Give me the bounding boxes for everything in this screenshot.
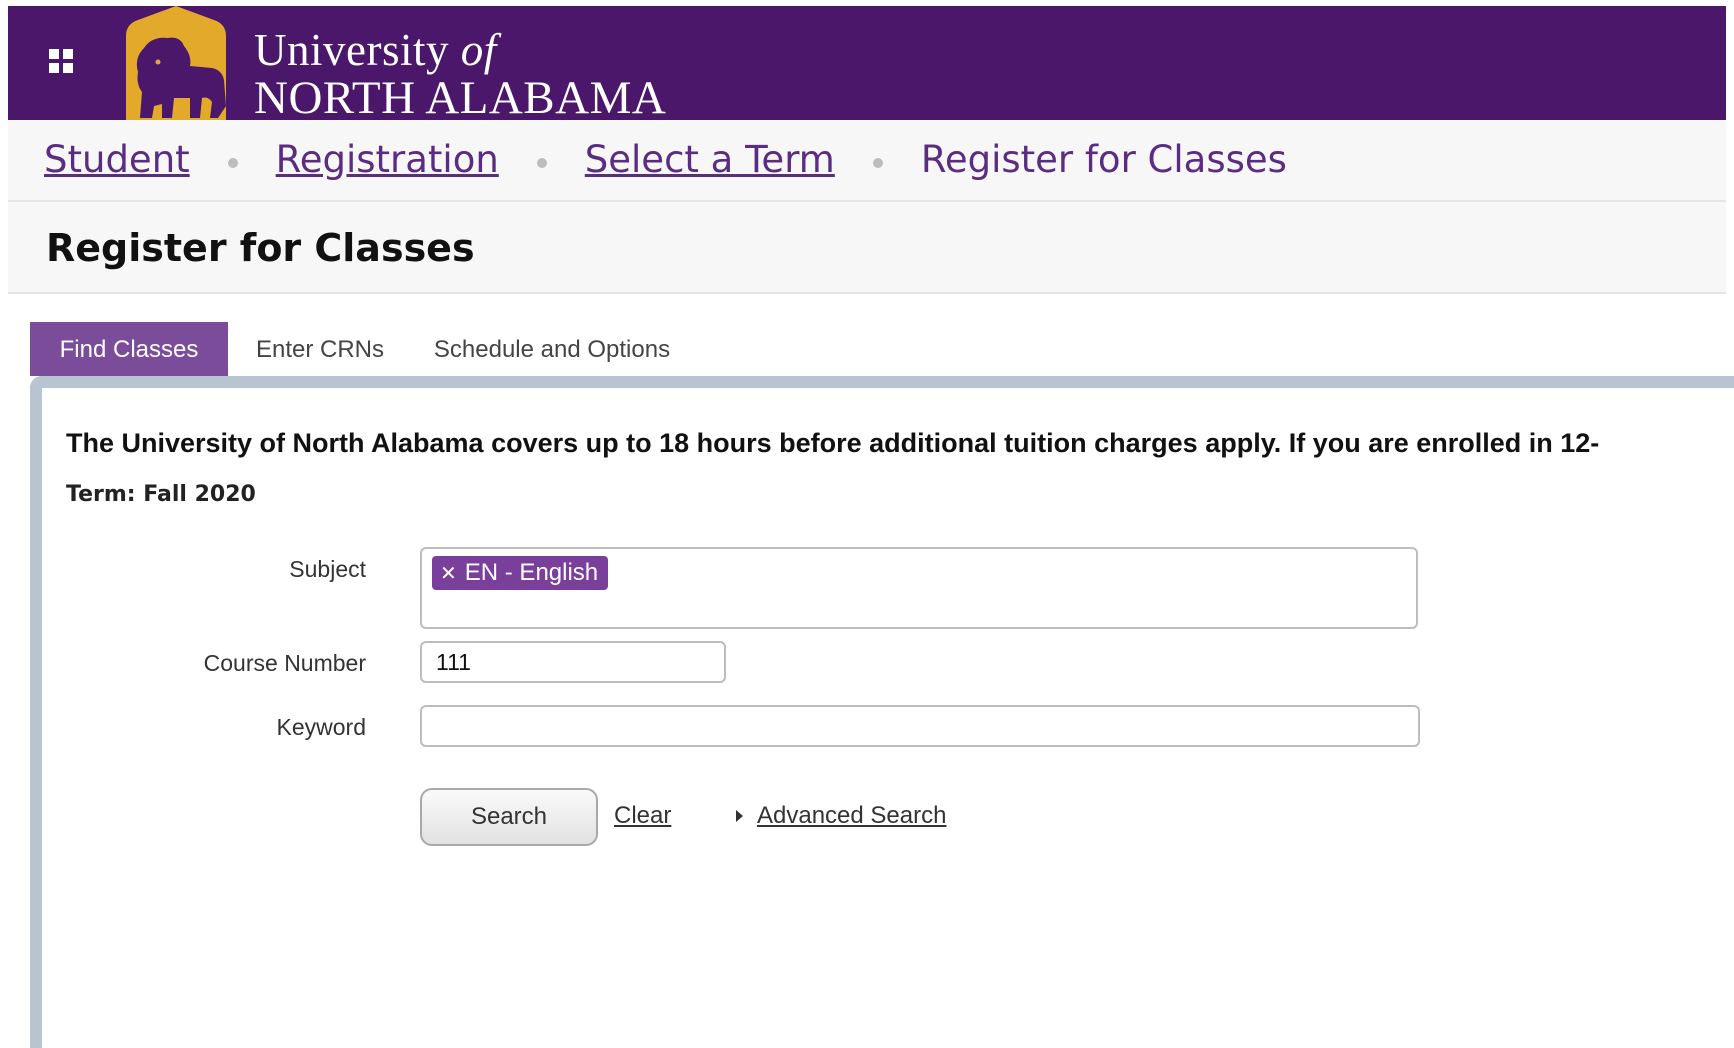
lion-logo-icon	[126, 6, 226, 120]
breadcrumb-separator	[872, 157, 883, 168]
breadcrumb-bar: Student Registration Select a Term Regis…	[8, 120, 1726, 202]
find-classes-panel: The University of North Alabama covers u…	[30, 376, 1734, 1048]
keyword-input[interactable]	[420, 705, 1420, 747]
subject-chip-label: EN - English	[464, 559, 599, 586]
tab-strip: Find Classes Enter CRNs Schedule and Opt…	[30, 322, 1726, 376]
remove-chip-icon[interactable]: ✕	[440, 561, 457, 586]
breadcrumb-select-term[interactable]: Select a Term	[585, 138, 835, 181]
tuition-notice: The University of North Alabama covers u…	[66, 428, 1600, 458]
breadcrumb-separator	[227, 157, 238, 168]
term-value: Fall 2020	[143, 482, 256, 507]
term-label: Term:	[66, 482, 136, 507]
top-banner: University of NORTH ALABAMA	[8, 6, 1726, 122]
breadcrumb-separator	[536, 157, 547, 168]
advanced-search-link[interactable]: Advanced Search	[757, 802, 946, 830]
tab-find-classes[interactable]: Find Classes	[30, 322, 228, 376]
subject-label: Subject	[289, 556, 366, 582]
breadcrumb-current: Register for Classes	[920, 138, 1287, 181]
wordmark-north-alabama: NORTH ALABAMA	[254, 72, 667, 124]
wordmark-of: of	[460, 25, 497, 75]
apps-grid-icon[interactable]	[46, 46, 76, 76]
breadcrumb-registration[interactable]: Registration	[276, 138, 499, 181]
search-button[interactable]: Search	[420, 788, 598, 846]
caret-right-icon	[736, 810, 743, 822]
university-logo[interactable]	[118, 6, 238, 120]
term-info: Term: Fall 2020	[66, 482, 256, 507]
university-wordmark: University of NORTH ALABAMA	[254, 28, 666, 122]
subject-chip: ✕ EN - English	[432, 556, 609, 590]
wordmark-university: University	[254, 25, 449, 75]
advanced-search-toggle[interactable]: Advanced Search	[736, 802, 946, 830]
subject-input[interactable]: ✕ EN - English	[420, 547, 1418, 629]
breadcrumb-student[interactable]: Student	[44, 138, 190, 181]
clear-link[interactable]: Clear	[614, 802, 671, 830]
tab-enter-crns[interactable]: Enter CRNs	[248, 322, 392, 376]
page-title: Register for Classes	[46, 226, 475, 270]
title-bar: Register for Classes	[8, 202, 1726, 294]
course-number-label: Course Number	[203, 650, 366, 676]
course-number-input[interactable]	[420, 641, 726, 683]
keyword-label: Keyword	[276, 714, 366, 740]
breadcrumb: Student Registration Select a Term Regis…	[44, 138, 1287, 181]
tab-schedule-options[interactable]: Schedule and Options	[430, 322, 674, 376]
